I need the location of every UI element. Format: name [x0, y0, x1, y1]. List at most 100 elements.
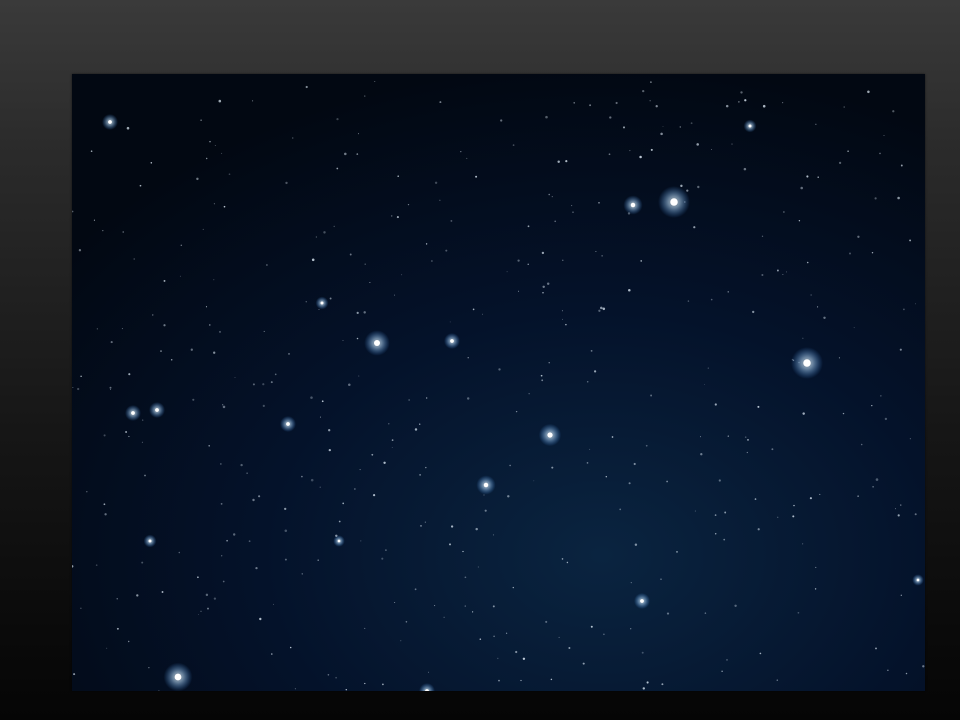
faint-star — [364, 263, 366, 265]
faint-star — [630, 582, 632, 584]
faint-star — [740, 91, 743, 94]
faint-star — [660, 132, 663, 136]
faint-star — [527, 263, 529, 265]
faint-star — [593, 370, 597, 373]
faint-star — [161, 591, 164, 593]
faint-star — [484, 509, 487, 512]
faint-star — [853, 327, 855, 329]
faint-star — [802, 543, 804, 545]
faint-star — [875, 478, 879, 481]
faint-star — [391, 439, 394, 441]
faint-star — [80, 607, 82, 609]
faint-star — [782, 273, 784, 275]
faint-star — [880, 395, 882, 397]
faint-star — [390, 215, 393, 217]
faint-star — [372, 493, 376, 497]
faint-star — [450, 525, 454, 528]
faint-star — [666, 612, 670, 615]
bright-star — [131, 411, 135, 415]
faint-star — [723, 538, 726, 541]
faint-star — [679, 126, 682, 128]
faint-star — [192, 398, 195, 401]
faint-star — [310, 396, 313, 399]
bright-star — [320, 301, 324, 305]
faint-star — [336, 167, 339, 170]
faint-star — [209, 140, 211, 143]
faint-star — [434, 605, 436, 607]
faint-star — [317, 559, 319, 561]
bright-star — [108, 120, 112, 124]
faint-star — [662, 126, 664, 128]
faint-star — [248, 540, 251, 543]
faint-star — [95, 564, 98, 566]
faint-star — [506, 271, 508, 273]
faint-star — [232, 533, 236, 536]
faint-star — [93, 219, 95, 221]
faint-star — [270, 381, 273, 384]
faint-star — [680, 184, 683, 188]
faint-star — [897, 514, 900, 517]
faint-star — [319, 416, 321, 418]
faint-star — [782, 102, 784, 104]
faint-star — [348, 383, 351, 387]
faint-star — [218, 99, 222, 103]
faint-star — [776, 269, 779, 272]
faint-star — [228, 173, 231, 176]
faint-star — [909, 239, 912, 242]
faint-star — [328, 429, 331, 432]
faint-star — [895, 508, 896, 510]
starfield-photo — [72, 74, 925, 691]
faint-star — [590, 625, 593, 628]
faint-star — [694, 510, 696, 512]
faint-star — [693, 226, 696, 229]
faint-star — [163, 324, 166, 327]
faint-star — [109, 386, 112, 389]
faint-star — [628, 289, 631, 292]
faint-star — [180, 244, 183, 247]
faint-star — [383, 461, 386, 464]
faint-star — [77, 387, 80, 391]
faint-star — [759, 652, 762, 655]
faint-star — [414, 588, 417, 591]
bright-star — [148, 539, 152, 543]
faint-star — [557, 160, 560, 164]
faint-star — [541, 251, 545, 255]
night-sky-image — [72, 74, 925, 691]
faint-star — [354, 488, 356, 490]
faint-star — [344, 152, 347, 156]
faint-star — [394, 602, 396, 604]
faint-star — [467, 357, 469, 359]
faint-star — [475, 527, 478, 531]
faint-star — [262, 383, 265, 386]
faint-star — [704, 612, 707, 614]
faint-star — [738, 101, 740, 103]
faint-star — [815, 123, 817, 125]
faint-star — [838, 357, 840, 359]
faint-star — [777, 516, 779, 518]
faint-star — [746, 451, 748, 454]
faint-star — [802, 337, 804, 339]
faint-star — [687, 300, 690, 302]
faint-star — [428, 671, 429, 673]
faint-star — [424, 521, 426, 523]
faint-star — [646, 681, 649, 684]
faint-star — [450, 219, 453, 222]
faint-star — [609, 116, 612, 119]
faint-star — [126, 126, 130, 130]
bright-star — [748, 124, 752, 128]
bright-star — [547, 432, 553, 438]
faint-star — [542, 292, 544, 294]
faint-star — [221, 152, 223, 154]
faint-star — [90, 150, 93, 153]
faint-star — [922, 665, 925, 668]
faint-star — [328, 448, 331, 452]
faint-star — [814, 588, 817, 590]
faint-star — [479, 638, 482, 640]
faint-star — [349, 253, 352, 256]
faint-star — [700, 436, 701, 438]
faint-star — [419, 423, 421, 425]
faint-star — [586, 462, 589, 464]
faint-star — [321, 400, 324, 403]
faint-star — [272, 603, 274, 605]
faint-star — [509, 464, 511, 467]
